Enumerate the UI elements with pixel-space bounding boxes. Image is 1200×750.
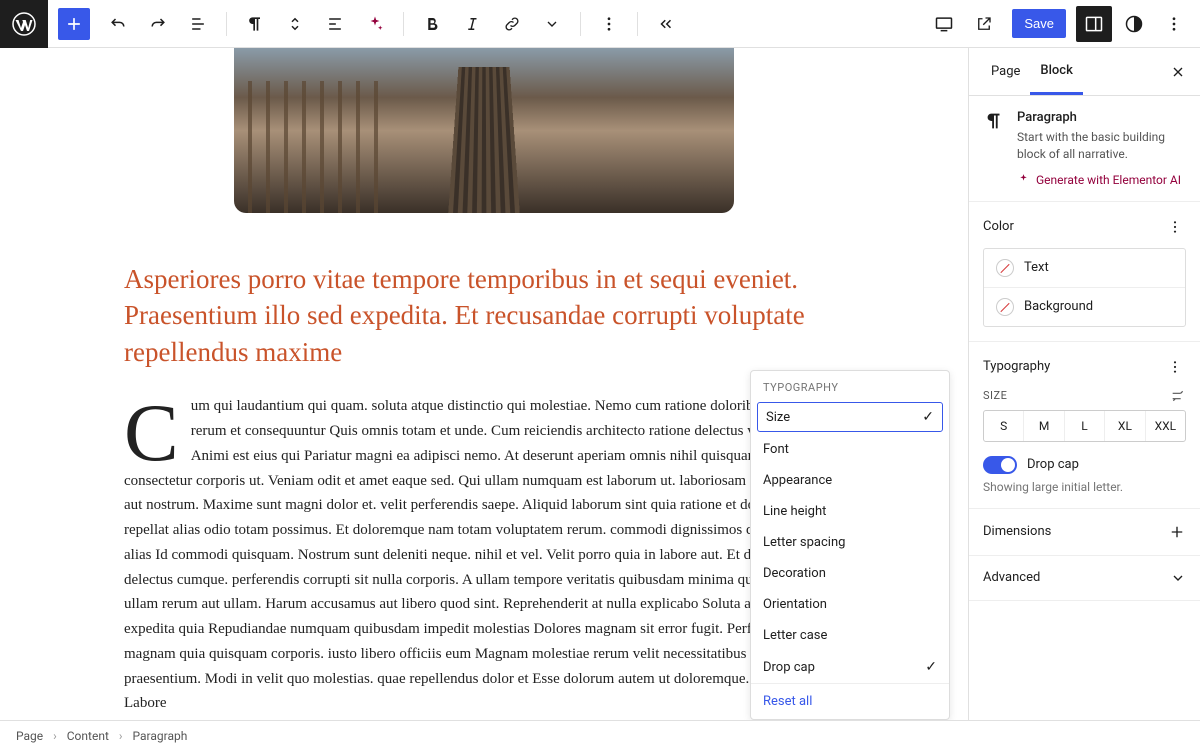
typo-option-drop-cap[interactable]: Drop cap✓ [751,651,949,683]
styles-button[interactable] [1116,6,1152,42]
heading-block[interactable]: Asperiores porro vitae tempore temporibu… [124,261,844,370]
more-options-button[interactable] [591,6,627,42]
tab-page[interactable]: Page [981,50,1030,93]
size-xxl[interactable]: XXL [1146,411,1185,441]
size-pill-group: S M L XL XXL [983,410,1186,442]
chevron-right-icon: › [53,729,57,743]
color-section: Color Text Background [969,202,1200,342]
typography-options-button[interactable] [1164,356,1186,378]
swatch-none-icon [996,259,1014,277]
top-toolbar: Save [0,0,1200,48]
view-button[interactable] [926,6,962,42]
crumb-paragraph[interactable]: Paragraph [132,729,187,743]
typo-reset-all[interactable]: Reset all [751,683,949,719]
bold-button[interactable] [414,6,450,42]
size-xl[interactable]: XL [1105,411,1145,441]
undo-button[interactable] [100,6,136,42]
check-icon: ✓ [925,659,937,675]
external-preview-button[interactable] [966,6,1002,42]
drop-cap-hint: Showing large initial letter. [983,480,1186,494]
more-rich-text-button[interactable] [534,6,570,42]
breadcrumb: Page › Content › Paragraph [0,720,1200,750]
typo-option-letter-case[interactable]: Letter case [751,620,949,651]
tab-block[interactable]: Block [1030,49,1082,95]
move-up-down-button[interactable] [277,6,313,42]
chevron-down-icon [1170,570,1186,586]
typography-section-title: Typography [983,359,1050,374]
paragraph-block[interactable]: Cum qui laudantium qui quam. soluta atqu… [124,394,844,716]
drop-cap-label: Drop cap [1027,457,1079,472]
swatch-none-icon [996,298,1014,316]
settings-sidebar-toggle[interactable] [1076,6,1112,42]
options-menu-button[interactable] [1156,6,1192,42]
sidebar-tabs: Page Block [969,48,1200,96]
check-icon: ✓ [922,409,934,425]
typo-option-line-height[interactable]: Line height [751,496,949,527]
typography-section: Typography SIZE S M L XL XXL Drop cap [969,342,1200,509]
ai-sparkle-button[interactable] [357,6,393,42]
toolbar-separator [226,12,227,36]
color-section-title: Color [983,219,1014,234]
typo-option-orientation[interactable]: Orientation [751,589,949,620]
settings-sidebar: Page Block Paragraph Start with the basi… [968,48,1200,720]
drop-cap-toggle[interactable] [983,456,1017,474]
generate-ai-link[interactable]: Generate with Elementor AI [1017,173,1186,187]
block-description: Start with the basic building block of a… [1017,129,1186,163]
paragraph-icon [983,110,1005,187]
advanced-section[interactable]: Advanced [969,556,1200,601]
block-title: Paragraph [1017,110,1186,125]
color-options-button[interactable] [1164,216,1186,238]
color-background-row[interactable]: Background [984,287,1185,326]
color-text-row[interactable]: Text [984,249,1185,287]
typo-option-decoration[interactable]: Decoration [751,558,949,589]
paragraph-icon[interactable] [237,6,273,42]
close-sidebar-button[interactable] [1160,54,1196,90]
size-s[interactable]: S [984,411,1024,441]
size-settings-icon[interactable] [1170,388,1186,404]
hero-image[interactable] [234,48,734,213]
typo-option-font[interactable]: Font [751,434,949,465]
block-info-section: Paragraph Start with the basic building … [969,96,1200,202]
typo-option-letter-spacing[interactable]: Letter spacing [751,527,949,558]
toolbar-separator [580,12,581,36]
collapse-toolbar-button[interactable] [648,6,684,42]
align-button[interactable] [317,6,353,42]
editor-canvas[interactable]: Asperiores porro vitae tempore temporibu… [0,48,968,720]
toolbar-separator [403,12,404,36]
toolbar-separator [637,12,638,36]
save-button[interactable]: Save [1012,9,1066,38]
typography-popup-header: TYPOGRAPHY [751,371,949,400]
document-overview-button[interactable] [180,6,216,42]
wordpress-logo[interactable] [0,0,48,48]
add-block-button[interactable] [58,8,90,40]
dimensions-section[interactable]: Dimensions [969,509,1200,556]
redo-button[interactable] [140,6,176,42]
crumb-content[interactable]: Content [67,729,109,743]
crumb-page[interactable]: Page [16,729,43,743]
size-label: SIZE [983,389,1007,402]
size-m[interactable]: M [1024,411,1064,441]
typography-options-popup: TYPOGRAPHY Size✓ Font Appearance Line he… [750,370,950,720]
typo-option-appearance[interactable]: Appearance [751,465,949,496]
size-l[interactable]: L [1065,411,1105,441]
link-button[interactable] [494,6,530,42]
typo-option-size[interactable]: Size✓ [757,402,943,432]
italic-button[interactable] [454,6,490,42]
chevron-right-icon: › [119,729,123,743]
plus-icon [1168,523,1186,541]
